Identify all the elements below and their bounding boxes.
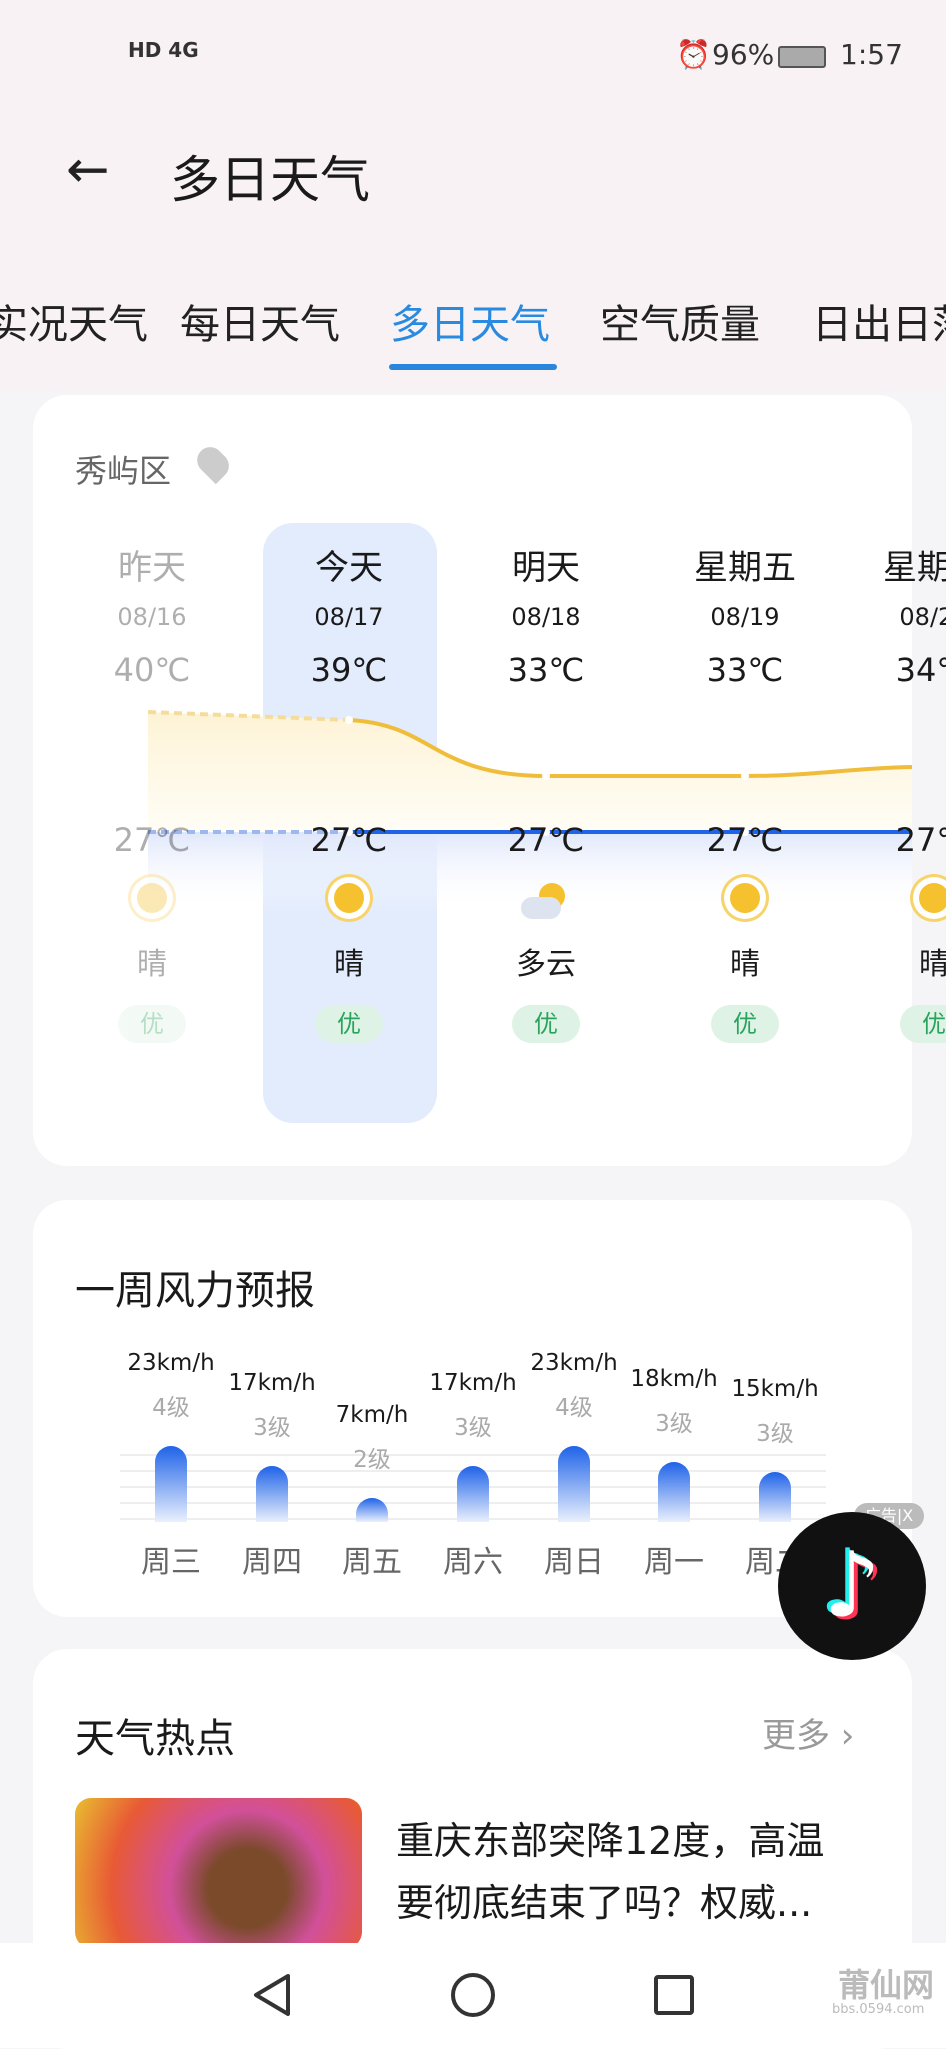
hot-title: 天气热点 <box>75 1716 235 1762</box>
clock: 1:57 <box>840 38 903 71</box>
day-name: 明天 <box>512 548 580 588</box>
wind-bar <box>558 1446 590 1522</box>
nav-back-icon[interactable] <box>250 1972 292 2018</box>
low-temp: 27℃ <box>113 821 191 859</box>
tab-air-quality[interactable]: 空气质量 <box>600 292 760 350</box>
wind-bar <box>256 1465 288 1522</box>
aqi-badge: 优 <box>118 1005 186 1043</box>
more-label: 更多 <box>762 1716 830 1756</box>
aqi-badge: 优 <box>315 1005 383 1043</box>
tiktok-ad-icon[interactable]: ♪ <box>778 1512 926 1660</box>
low-temp: 27℃ <box>706 821 784 859</box>
nav-recents-icon[interactable] <box>654 1975 694 2015</box>
tab-live[interactable]: 实况天气 <box>0 292 148 350</box>
wind-bar <box>658 1462 690 1522</box>
aqi-badge: 优 <box>711 1005 779 1043</box>
watermark-logo: 莆仙网 <box>838 1966 935 2004</box>
sun-icon <box>62 883 242 927</box>
tab-multi-day[interactable]: 多日天气 <box>390 292 550 350</box>
day-date: 08/16 <box>117 603 187 631</box>
wind-speed: 17km/h <box>228 1369 316 1396</box>
tab-sunrise[interactable]: 日出日落 <box>812 292 946 350</box>
condition: 晴 <box>730 947 760 982</box>
wind-level: 3级 <box>756 1421 794 1447</box>
article-title-line2: 要彻底结束了吗？权威... <box>396 1881 813 1925</box>
alarm-icon: ⏰ <box>676 38 711 71</box>
aqi-badge: 优 <box>512 1005 580 1043</box>
high-temp: 40℃ <box>113 651 191 689</box>
more-link[interactable]: 更多 › <box>762 1708 854 1757</box>
wind-speed: 15km/h <box>731 1376 819 1402</box>
day-column[interactable]: 明天 08/18 33℃ 27℃ 多云 优 <box>456 540 636 1043</box>
article-title[interactable]: 重庆东部突降12度，高温 要彻底结束了吗？权威... <box>396 1810 824 1934</box>
condition: 多云 <box>516 947 576 982</box>
day-date: 08/18 <box>511 603 581 631</box>
day-column[interactable]: 今天 08/17 39℃ 27℃ 晴 优 <box>259 540 439 1043</box>
watermark-url: bbs.0594.com <box>832 2002 925 2017</box>
sun-icon <box>655 883 835 927</box>
aqi-badge: 优 <box>900 1005 946 1043</box>
wind-level: 2级 <box>353 1446 391 1473</box>
low-temp: 27℃ <box>895 821 946 859</box>
sun-icon <box>844 883 946 927</box>
high-temp: 34℃ <box>895 651 946 689</box>
day-date: 08/17 <box>314 603 384 631</box>
article-title-line1: 重庆东部突降12度，高温 <box>396 1819 825 1863</box>
low-temp: 27℃ <box>310 821 388 859</box>
day-column[interactable]: 星期五 08/19 33℃ 27℃ 晴 优 <box>655 540 835 1043</box>
wind-bar <box>155 1446 187 1522</box>
day-column[interactable]: 星期六 08/20 34℃ 27℃ 晴 优 <box>844 540 946 1043</box>
battery-percent: 96% <box>712 38 775 71</box>
partly-cloudy-icon <box>456 883 636 927</box>
wind-bar <box>759 1472 791 1522</box>
high-temp: 39℃ <box>310 651 388 689</box>
day-name: 星期五 <box>694 548 796 588</box>
condition: 晴 <box>334 947 364 982</box>
battery-icon <box>778 46 826 68</box>
wind-title: 一周风力预报 <box>75 1268 315 1314</box>
network-status: HD 4G <box>128 38 199 62</box>
page-title: 多日天气 <box>170 151 370 209</box>
high-temp: 33℃ <box>507 651 585 689</box>
day-date: 08/20 <box>899 603 946 631</box>
high-temp: 33℃ <box>706 651 784 689</box>
condition: 晴 <box>137 947 167 982</box>
day-date: 08/19 <box>710 603 780 631</box>
low-temp: 27℃ <box>507 821 585 859</box>
chevron-right-icon: › <box>830 1716 855 1756</box>
day-column[interactable]: 昨天 08/16 40℃ 27℃ 晴 优 <box>62 540 242 1043</box>
location-label: 秀屿区 <box>75 452 172 490</box>
ad-close-icon: X <box>902 1506 914 1525</box>
day-name: 星期六 <box>883 548 946 588</box>
article-thumbnail[interactable] <box>75 1798 362 1948</box>
tab-daily[interactable]: 每日天气 <box>180 292 340 350</box>
wind-bar <box>457 1465 489 1522</box>
nav-home-icon[interactable] <box>451 1973 495 2017</box>
sun-icon <box>259 883 439 927</box>
tab-indicator <box>389 364 557 370</box>
condition: 晴 <box>919 947 946 982</box>
day-name: 昨天 <box>118 548 186 588</box>
day-name: 今天 <box>315 548 383 588</box>
back-button[interactable]: ← <box>66 140 110 200</box>
